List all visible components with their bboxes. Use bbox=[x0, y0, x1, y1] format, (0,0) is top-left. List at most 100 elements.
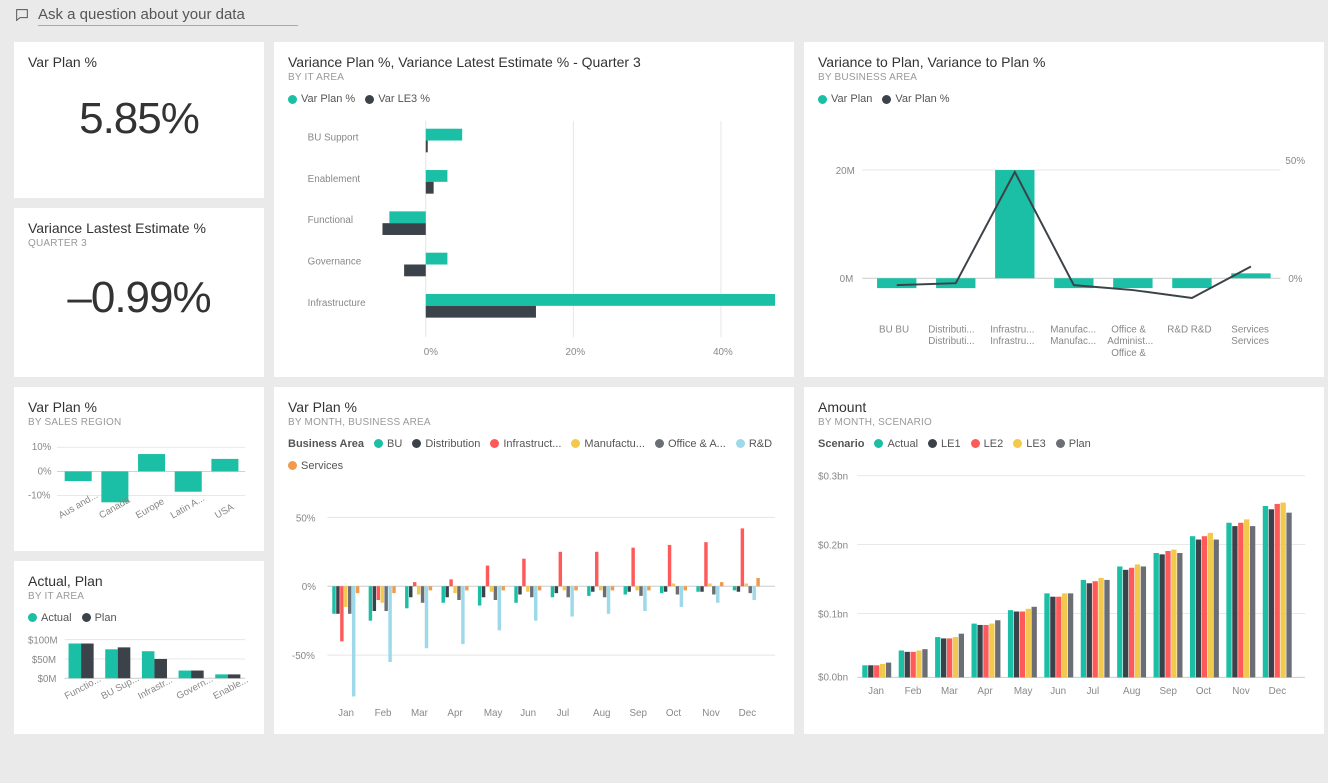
svg-text:Aus and...: Aus and... bbox=[57, 490, 100, 521]
svg-text:0%: 0% bbox=[424, 347, 438, 358]
svg-text:USA: USA bbox=[213, 501, 236, 521]
svg-text:$0.2bn: $0.2bn bbox=[818, 540, 848, 551]
svg-text:Manufac...: Manufac... bbox=[1050, 336, 1096, 347]
tile-actual-plan-it[interactable]: Actual, Plan BY IT AREA Actual Plan $100… bbox=[14, 561, 264, 734]
svg-text:Sep: Sep bbox=[1159, 686, 1177, 697]
svg-text:$0.0bn: $0.0bn bbox=[818, 672, 848, 683]
svg-text:Feb: Feb bbox=[905, 686, 922, 697]
svg-text:Administ...: Administ... bbox=[1107, 336, 1153, 347]
svg-text:Apr: Apr bbox=[977, 686, 993, 697]
svg-text:Europe: Europe bbox=[134, 496, 166, 521]
svg-text:$100M: $100M bbox=[28, 635, 57, 646]
svg-text:Functional: Functional bbox=[308, 215, 353, 226]
svg-text:Aug: Aug bbox=[593, 708, 610, 719]
svg-text:50%: 50% bbox=[296, 513, 316, 524]
svg-text:May: May bbox=[484, 708, 503, 719]
tile-subtitle: BY SALES REGION bbox=[28, 417, 250, 428]
chart: 10% 0% -10% Aus and... Canada Europe Lat… bbox=[28, 428, 250, 534]
svg-text:Apr: Apr bbox=[447, 708, 463, 719]
svg-text:Dec: Dec bbox=[1269, 686, 1287, 697]
tile-title: Variance Lastest Estimate % bbox=[28, 220, 250, 236]
svg-text:Jun: Jun bbox=[520, 708, 536, 719]
svg-text:Nov: Nov bbox=[1232, 686, 1250, 697]
chart: $0.3bn $0.2bn $0.1bn $0.0bn Jan Feb Mar Apr… bbox=[818, 456, 1310, 702]
svg-text:20M: 20M bbox=[836, 166, 855, 177]
tile-subtitle: BY IT AREA bbox=[288, 72, 780, 83]
tile-title: Var Plan % bbox=[288, 399, 780, 415]
tile-title: Var Plan % bbox=[28, 54, 250, 70]
svg-text:Jul: Jul bbox=[1087, 686, 1100, 697]
svg-text:Dec: Dec bbox=[739, 708, 757, 719]
tile-var-plan-month-ba[interactable]: Var Plan % BY MONTH, BUSINESS AREA Busin… bbox=[274, 387, 794, 734]
tile-title: Variance Plan %, Variance Latest Estimat… bbox=[288, 54, 780, 70]
svg-text:Jul: Jul bbox=[557, 708, 570, 719]
svg-text:0%: 0% bbox=[1288, 274, 1302, 285]
chat-icon bbox=[14, 7, 30, 26]
svg-text:Feb: Feb bbox=[375, 708, 392, 719]
svg-text:Manufac...: Manufac... bbox=[1050, 324, 1096, 335]
tile-var-le-pct[interactable]: Variance Lastest Estimate % QUARTER 3 –0… bbox=[14, 208, 264, 377]
tile-subtitle: BY MONTH, SCENARIO bbox=[818, 417, 1310, 428]
svg-text:20%: 20% bbox=[565, 347, 585, 358]
svg-text:$0M: $0M bbox=[38, 674, 57, 685]
svg-text:-10%: -10% bbox=[28, 490, 51, 501]
svg-text:0%: 0% bbox=[302, 582, 316, 593]
chart: 0% 20% 40% BU Support Enablement Functio… bbox=[288, 111, 780, 367]
chart: $100M $50M $0M Functio... BU Sup... Infr… bbox=[28, 630, 250, 717]
svg-text:Office &: Office & bbox=[1111, 324, 1146, 335]
svg-text:Services: Services bbox=[1231, 324, 1269, 335]
svg-text:Governance: Governance bbox=[308, 256, 362, 267]
legend: Var Plan Var Plan % bbox=[818, 93, 1310, 105]
svg-text:50%: 50% bbox=[1285, 156, 1305, 167]
svg-text:Infrastru...: Infrastru... bbox=[990, 336, 1034, 347]
svg-text:BU BU: BU BU bbox=[879, 324, 909, 335]
svg-text:Oct: Oct bbox=[666, 708, 682, 719]
tile-variance-business-area[interactable]: Variance to Plan, Variance to Plan % BY … bbox=[804, 42, 1324, 377]
svg-text:Services: Services bbox=[1231, 336, 1269, 347]
tile-title: Actual, Plan bbox=[28, 573, 250, 589]
svg-text:Infrastructure: Infrastructure bbox=[308, 298, 366, 309]
svg-text:$0.1bn: $0.1bn bbox=[818, 609, 848, 620]
tile-subtitle: QUARTER 3 bbox=[28, 238, 250, 249]
kpi-value: 5.85% bbox=[28, 70, 250, 172]
svg-text:Aug: Aug bbox=[1123, 686, 1141, 697]
tile-variance-it-area[interactable]: Variance Plan %, Variance Latest Estimat… bbox=[274, 42, 794, 377]
svg-text:Enablement: Enablement bbox=[308, 174, 361, 185]
svg-text:Infrastr...: Infrastr... bbox=[136, 675, 174, 702]
svg-text:0%: 0% bbox=[38, 466, 52, 477]
svg-text:Infrastru...: Infrastru... bbox=[990, 324, 1034, 335]
svg-text:R&D R&D: R&D R&D bbox=[1167, 324, 1211, 335]
tile-var-plan-region[interactable]: Var Plan % BY SALES REGION 10% 0% -10% A… bbox=[14, 387, 264, 551]
chart: 20M 0M 50% 0% BU BU Distributi... Distri… bbox=[818, 111, 1310, 367]
svg-text:Jan: Jan bbox=[868, 686, 884, 697]
tile-title: Variance to Plan, Variance to Plan % bbox=[818, 54, 1310, 70]
svg-text:Jun: Jun bbox=[1050, 686, 1066, 697]
svg-text:Sep: Sep bbox=[629, 708, 647, 719]
svg-text:BU Support: BU Support bbox=[308, 133, 359, 144]
svg-text:10%: 10% bbox=[32, 442, 52, 453]
svg-text:Office &: Office & bbox=[1111, 348, 1146, 359]
tile-amount-month-scenario[interactable]: Amount BY MONTH, SCENARIO Scenario Actua… bbox=[804, 387, 1324, 734]
svg-text:Mar: Mar bbox=[411, 708, 429, 719]
tile-subtitle: BY BUSINESS AREA bbox=[818, 72, 1310, 83]
svg-text:Jan: Jan bbox=[338, 708, 354, 719]
svg-text:Latin A...: Latin A... bbox=[169, 493, 207, 521]
tile-var-plan-pct[interactable]: Var Plan % 5.85% bbox=[14, 42, 264, 198]
svg-text:May: May bbox=[1014, 686, 1033, 697]
qa-input[interactable]: Ask a question about your data bbox=[38, 6, 298, 26]
svg-text:$0.3bn: $0.3bn bbox=[818, 471, 848, 482]
svg-text:-50%: -50% bbox=[292, 651, 315, 662]
tile-subtitle: BY IT AREA bbox=[28, 591, 250, 602]
svg-text:40%: 40% bbox=[713, 347, 733, 358]
svg-text:Mar: Mar bbox=[941, 686, 959, 697]
qa-bar: Ask a question about your data bbox=[0, 0, 1328, 32]
svg-text:0M: 0M bbox=[840, 274, 854, 285]
legend: Actual Plan bbox=[28, 612, 250, 624]
tile-title: Var Plan % bbox=[28, 399, 250, 415]
svg-text:Distributi...: Distributi... bbox=[928, 336, 974, 347]
legend: Business Area BU Distribution Infrastruc… bbox=[288, 438, 780, 472]
svg-text:Distributi...: Distributi... bbox=[928, 324, 974, 335]
svg-text:Oct: Oct bbox=[1196, 686, 1212, 697]
svg-text:Nov: Nov bbox=[702, 708, 720, 719]
chart: 50% 0% -50% Jan Feb Mar Apr May Jun Jul Aug Sep O… bbox=[288, 478, 780, 724]
